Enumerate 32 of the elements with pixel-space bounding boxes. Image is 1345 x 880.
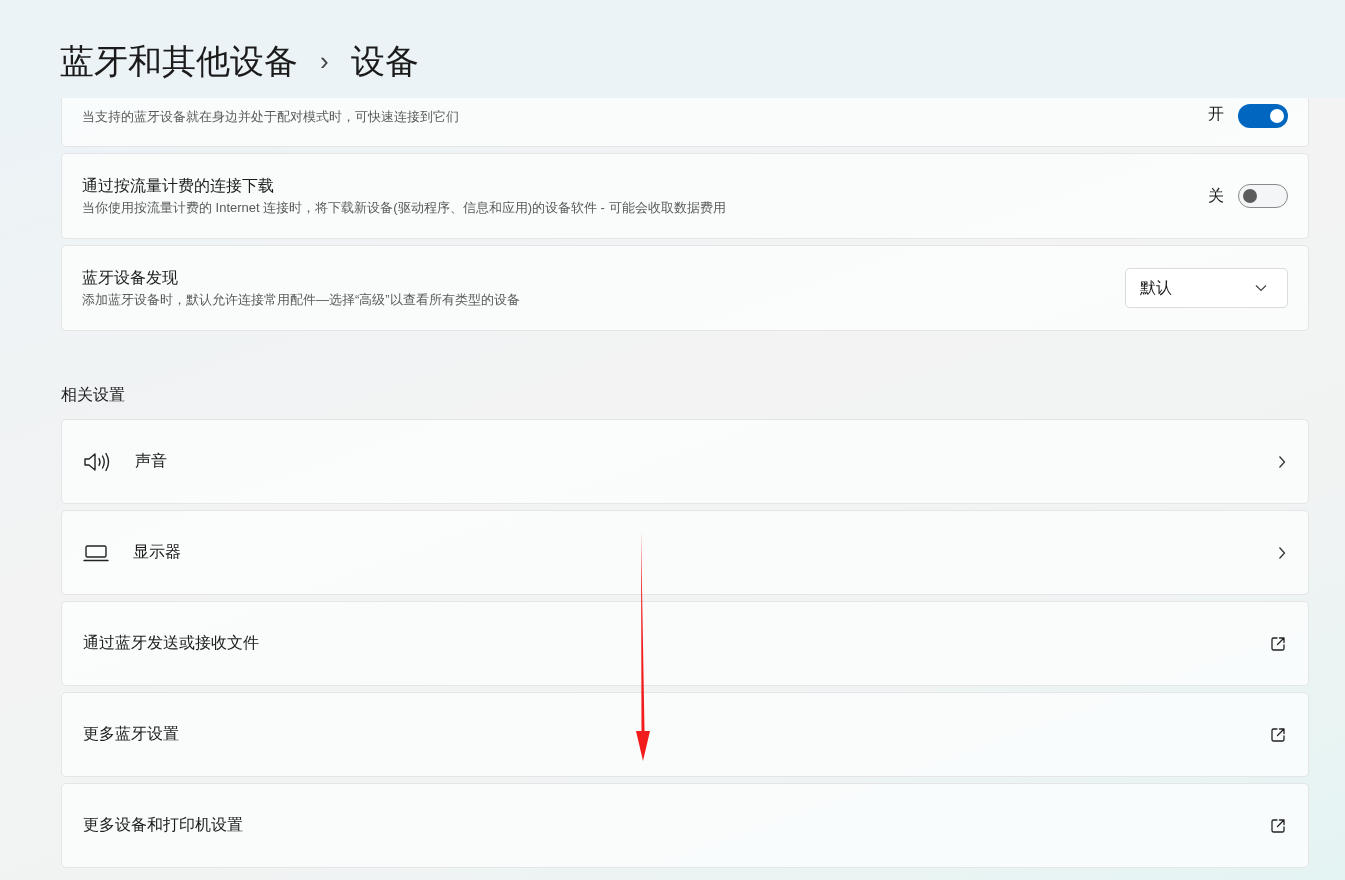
setting-description: 当支持的蓝牙设备就在身边并处于配对模式时，可快速连接到它们 — [82, 108, 460, 126]
toggle-switch[interactable] — [1238, 104, 1288, 128]
page-title[interactable]: 蓝牙和其他设备 — [60, 41, 298, 81]
settings-link-row[interactable]: 显示器 — [61, 510, 1309, 595]
speaker-icon — [83, 450, 111, 473]
settings-link-row[interactable]: 通过蓝牙发送或接收文件 — [61, 601, 1309, 686]
chevron-down-icon — [1255, 284, 1267, 292]
setting-title: 蓝牙设备发现 — [82, 268, 179, 288]
setting-title: 通过按流量计费的连接下载 — [82, 176, 275, 196]
dropdown[interactable]: 默认 — [1125, 268, 1288, 308]
chevron-right-icon — [1278, 454, 1286, 469]
external-link-icon — [1270, 726, 1286, 743]
link-label: 更多设备和打印机设置 — [83, 815, 244, 835]
settings-link-row[interactable]: 更多设备和打印机设置 — [61, 783, 1309, 868]
page-title-current: 设备 — [350, 41, 419, 81]
setting-description: 添加蓝牙设备时，默认允许连接常用配件—选择“高级”以查看所有类型的设备 — [82, 291, 521, 309]
laptop-icon — [83, 543, 109, 562]
toggle-switch[interactable] — [1238, 184, 1288, 208]
toggle-state-label: 开 — [1208, 104, 1224, 124]
external-link-icon — [1270, 635, 1286, 652]
external-link-icon — [1270, 817, 1286, 834]
section-heading: 相关设置 — [61, 385, 126, 405]
toggle-state-label: 关 — [1208, 185, 1224, 206]
link-label: 显示器 — [133, 542, 182, 562]
settings-link-row[interactable]: 声音 — [61, 419, 1309, 504]
setting-description: 当你使用按流量计费的 Internet 连接时，将下载新设备(驱动程序、信息和应用)的设备软件 - 可能会收取数据费用 — [82, 199, 727, 217]
link-label: 声音 — [135, 451, 168, 471]
link-label: 通过蓝牙发送或接收文件 — [83, 633, 260, 653]
settings-link-row[interactable]: 更多蓝牙设置 — [61, 692, 1309, 777]
link-label: 更多蓝牙设置 — [83, 724, 180, 744]
breadcrumb-separator: › — [320, 45, 329, 77]
chevron-right-icon — [1278, 545, 1286, 560]
